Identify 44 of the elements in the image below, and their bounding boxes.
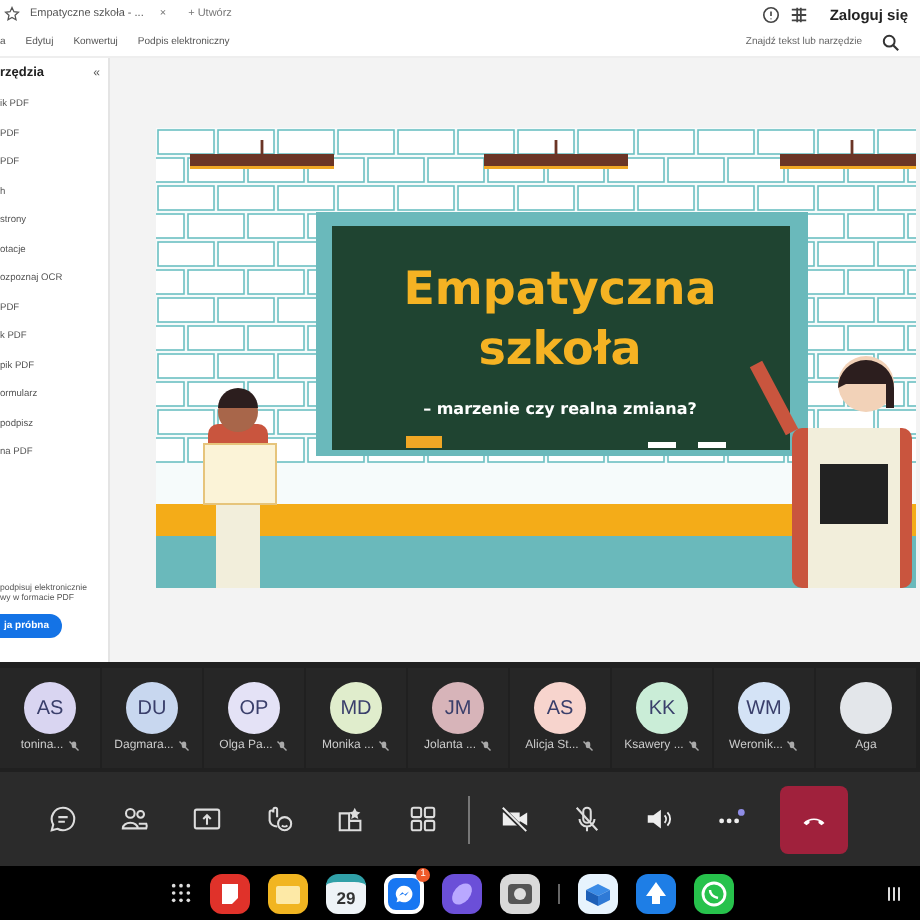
phone-icon [802, 813, 826, 825]
grid-menu-icon[interactable] [789, 5, 808, 23]
folder-app-icon[interactable] [268, 873, 308, 913]
mic-off-icon [480, 740, 492, 752]
share-screen-icon[interactable] [192, 804, 222, 834]
camera-off-icon[interactable] [500, 804, 530, 834]
app-drawer-icon[interactable] [170, 882, 192, 904]
arrow-app-icon[interactable] [636, 873, 676, 913]
chat-bubble-icon [394, 883, 414, 903]
mic-off-icon [687, 740, 700, 752]
calendar-app-icon[interactable]: 29 [326, 873, 366, 913]
slide-subtitle: – marzenie czy realna zmiana? [423, 400, 697, 418]
layout-grid-icon[interactable] [408, 804, 438, 834]
recent-apps-icon[interactable] [884, 883, 904, 903]
mic-off-icon [67, 740, 80, 752]
speaker-icon[interactable] [644, 804, 674, 834]
avatar-initials: WM [746, 697, 782, 719]
avatar-initials: JM [444, 697, 472, 719]
whatsapp-icon[interactable] [694, 873, 734, 913]
chat-icon[interactable] [48, 804, 78, 834]
mic-off-icon [582, 740, 595, 752]
leaf-app-icon[interactable] [442, 873, 482, 913]
mic-off-icon [786, 740, 799, 752]
notes-app-icon[interactable] [210, 873, 250, 913]
slide-title: szkoła [478, 324, 642, 376]
apps-icon[interactable] [336, 804, 366, 834]
box-app-icon[interactable] [578, 873, 618, 913]
avatar-initials: KK [648, 697, 676, 719]
avatar-initials: MD [340, 697, 372, 719]
reactions-icon[interactable] [264, 804, 294, 834]
search-icon[interactable] [882, 33, 900, 51]
people-icon[interactable] [120, 804, 150, 834]
mic-off-icon [276, 740, 289, 752]
avatar-initials: AS [546, 697, 574, 719]
avatar-initials: DU [137, 697, 167, 719]
mic-off-icon [177, 740, 190, 752]
mic-off-icon[interactable] [572, 804, 602, 834]
avatar-initials: OP [239, 697, 269, 719]
mic-off-icon [378, 740, 390, 752]
slide-title: Empatyczna [403, 264, 717, 316]
help-icon[interactable] [761, 5, 780, 23]
avatar-initials: AS [36, 697, 64, 719]
star-icon[interactable] [4, 6, 20, 22]
camera-app-icon[interactable] [500, 873, 540, 913]
